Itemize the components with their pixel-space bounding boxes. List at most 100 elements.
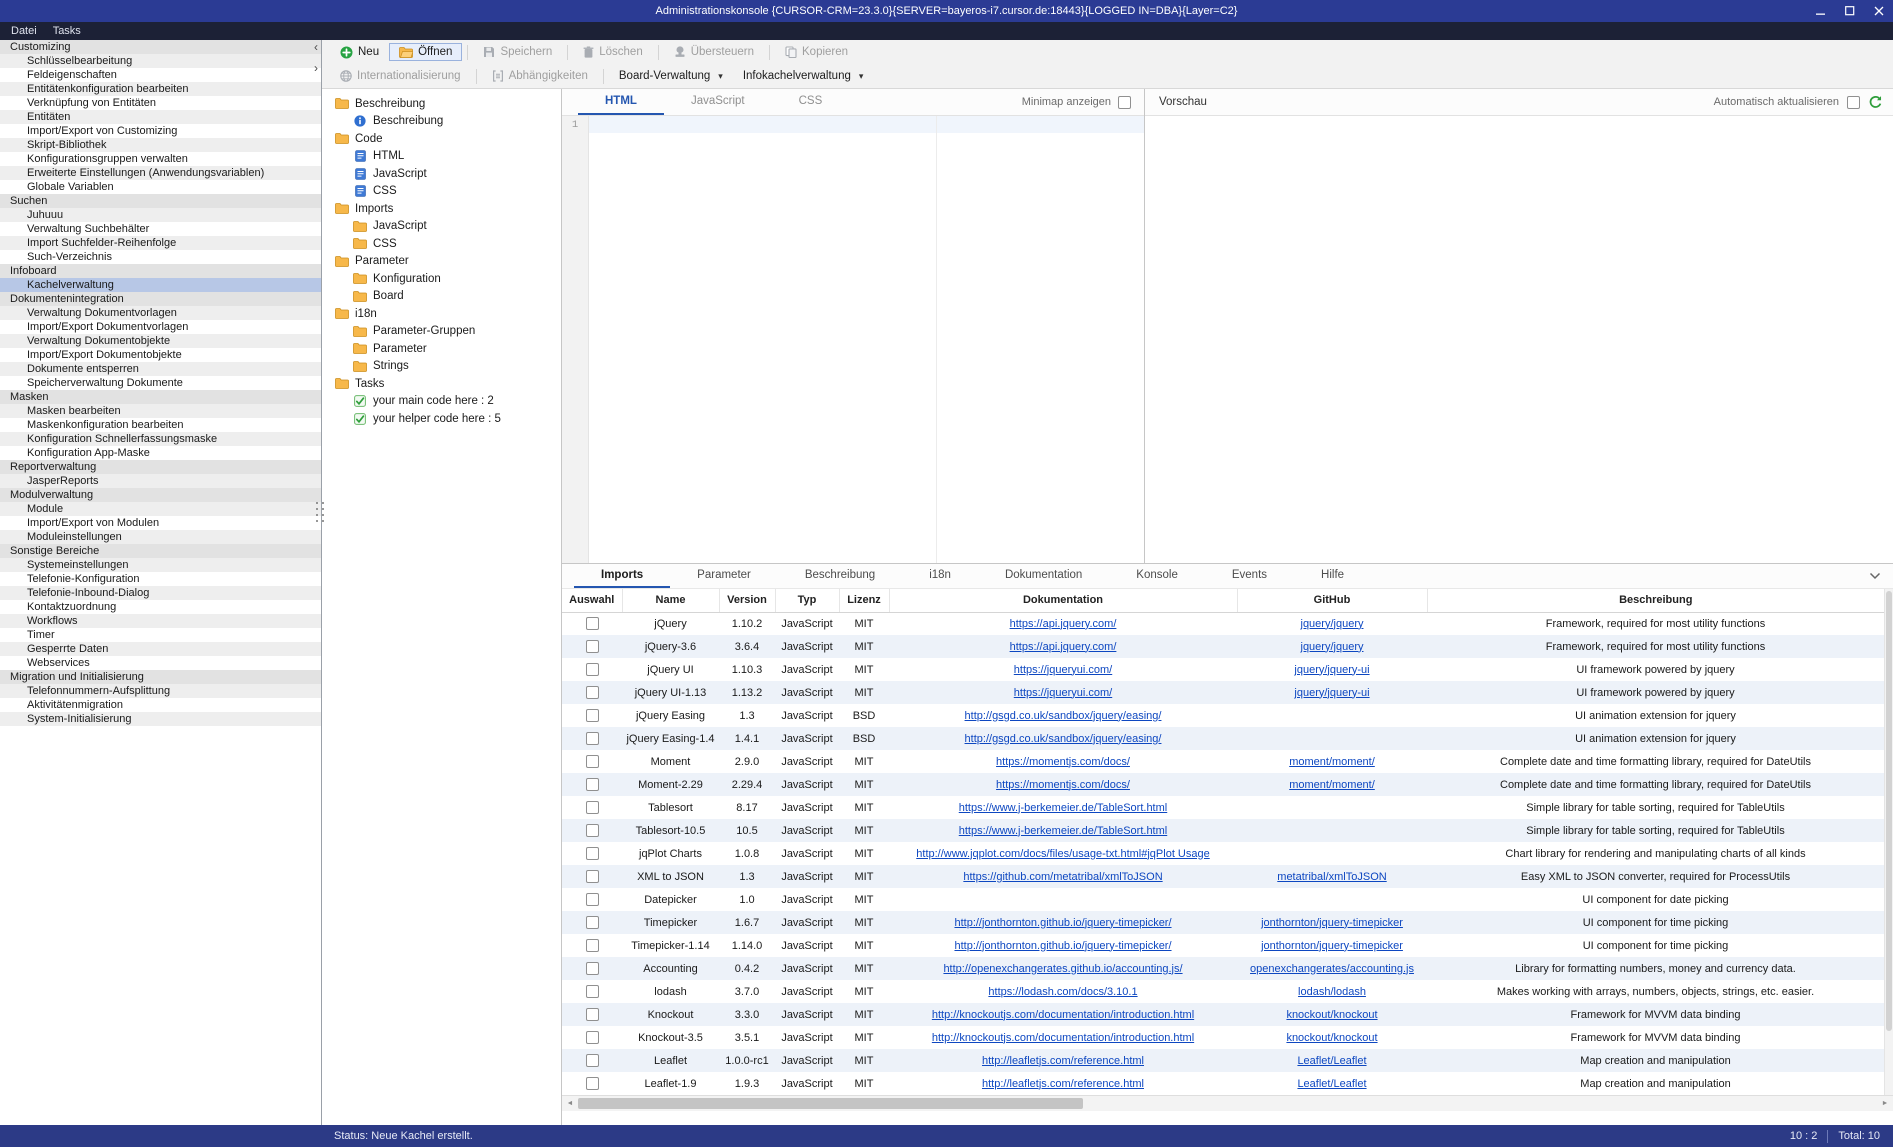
column-header-dokumentation[interactable]: Dokumentation	[889, 589, 1237, 612]
tab-hilfe[interactable]: Hilfe	[1294, 564, 1371, 588]
sidebar-item-import-suchfelder-reihenfolge[interactable]: Import Suchfelder-Reihenfolge	[0, 236, 321, 250]
doc-link[interactable]: http://leafletjs.com/reference.html	[982, 1078, 1144, 1090]
doc-link[interactable]: http://gsgd.co.uk/sandbox/jquery/easing/	[965, 733, 1162, 745]
sidebar-item-webservices[interactable]: Webservices	[0, 656, 321, 670]
neu-button[interactable]: Neu	[330, 43, 389, 62]
doc-link[interactable]: http://knockoutjs.com/documentation/intr…	[932, 1032, 1194, 1044]
github-link[interactable]: jquery/jquery	[1301, 618, 1364, 630]
github-link[interactable]: jonthornton/jquery-timepicker	[1261, 940, 1403, 952]
infokachelverwaltung-button[interactable]: Infokachelverwaltung▾	[733, 67, 874, 85]
doc-link[interactable]: https://jqueryui.com/	[1014, 664, 1112, 676]
sidebar-item-verwaltung-dokumentobjekte[interactable]: Verwaltung Dokumentobjekte	[0, 334, 321, 348]
column-header-auswahl[interactable]: Auswahl	[562, 589, 622, 612]
table-vertical-scrollbar[interactable]	[1884, 589, 1893, 1095]
sidebar-item-kachelverwaltung[interactable]: Kachelverwaltung	[0, 278, 321, 292]
sidebar-item-import-export-von-modulen[interactable]: Import/Export von Modulen	[0, 516, 321, 530]
collapse-left-icon[interactable]: ‹	[314, 42, 318, 52]
sidebar-item-feldeigenschaften[interactable]: Feldeigenschaften	[0, 68, 321, 82]
github-link[interactable]: jquery/jquery-ui	[1294, 664, 1369, 676]
tree-node-parameter[interactable]: Parameter	[322, 253, 561, 271]
refresh-icon[interactable]	[1868, 95, 1883, 110]
github-link[interactable]: Leaflet/Leaflet	[1297, 1055, 1366, 1067]
sidebar-item-skript-bibliothek[interactable]: Skript-Bibliothek	[0, 138, 321, 152]
row-checkbox[interactable]	[586, 1077, 599, 1090]
doc-link[interactable]: http://www.jqplot.com/docs/files/usage-t…	[916, 848, 1209, 860]
doc-link[interactable]: http://leafletjs.com/reference.html	[982, 1055, 1144, 1067]
tab-css[interactable]: CSS	[772, 89, 850, 115]
minimap-checkbox[interactable]	[1118, 96, 1131, 109]
sidebar-item-telefonie-inbound-dialog[interactable]: Telefonie-Inbound-Dialog	[0, 586, 321, 600]
code-area[interactable]	[589, 116, 1144, 563]
sidebar-item-workflows[interactable]: Workflows	[0, 614, 321, 628]
doc-link[interactable]: http://jonthornton.github.io/jquery-time…	[954, 940, 1171, 952]
sidebar-item-timer[interactable]: Timer	[0, 628, 321, 642]
sidebar-section-sonstige-bereiche[interactable]: Sonstige Bereiche	[0, 544, 321, 558]
row-checkbox[interactable]	[586, 640, 599, 653]
sidebar-section-suchen[interactable]: Suchen	[0, 194, 321, 208]
tree-node-strings[interactable]: Strings	[322, 358, 561, 376]
github-link[interactable]: lodash/lodash	[1298, 986, 1366, 998]
doc-link[interactable]: https://momentjs.com/docs/	[996, 779, 1130, 791]
doc-link[interactable]: https://lodash.com/docs/3.10.1	[988, 986, 1137, 998]
row-checkbox[interactable]	[586, 893, 599, 906]
row-checkbox[interactable]	[586, 870, 599, 883]
github-link[interactable]: moment/moment/	[1289, 756, 1375, 768]
row-checkbox[interactable]	[586, 801, 599, 814]
sidebar-item-import-export-dokumentobjekte[interactable]: Import/Export Dokumentobjekte	[0, 348, 321, 362]
expand-right-icon[interactable]: ›	[314, 63, 318, 73]
column-header-name[interactable]: Name	[622, 589, 719, 612]
doc-link[interactable]: http://openexchangerates.github.io/accou…	[943, 963, 1182, 975]
doc-link[interactable]: https://api.jquery.com/	[1010, 641, 1117, 653]
row-checkbox[interactable]	[586, 778, 599, 791]
doc-link[interactable]: http://knockoutjs.com/documentation/intr…	[932, 1009, 1194, 1021]
sidebar-section-customizing[interactable]: Customizing	[0, 40, 321, 54]
sidebar-item-verkn-pfung-von-entit-ten[interactable]: Verknüpfung von Entitäten	[0, 96, 321, 110]
doc-link[interactable]: https://www.j-berkemeier.de/TableSort.ht…	[959, 825, 1167, 837]
sidebar-section-migration-und-initialisierung[interactable]: Migration und Initialisierung	[0, 670, 321, 684]
minimize-button[interactable]	[1806, 0, 1835, 22]
board-verwaltung-button[interactable]: Board-Verwaltung▾	[609, 67, 733, 85]
tab-html[interactable]: HTML	[578, 89, 664, 115]
doc-link[interactable]: https://www.j-berkemeier.de/TableSort.ht…	[959, 802, 1167, 814]
row-checkbox[interactable]	[586, 1054, 599, 1067]
maximize-button[interactable]	[1835, 0, 1864, 22]
tab-imports[interactable]: Imports	[574, 564, 670, 588]
auto-update-checkbox[interactable]	[1847, 96, 1860, 109]
tab-dokumentation[interactable]: Dokumentation	[978, 564, 1109, 588]
tree-node-parameter[interactable]: Parameter	[322, 340, 561, 358]
column-header-github[interactable]: GitHub	[1237, 589, 1427, 612]
sidebar-item-aktivit-tenmigration[interactable]: Aktivitätenmigration	[0, 698, 321, 712]
row-checkbox[interactable]	[586, 1031, 599, 1044]
sidebar-item-speicherverwaltung-dokumente[interactable]: Speicherverwaltung Dokumente	[0, 376, 321, 390]
tab-parameter[interactable]: Parameter	[670, 564, 778, 588]
row-checkbox[interactable]	[586, 686, 599, 699]
tree-node-html[interactable]: HTML	[322, 148, 561, 166]
tree-node-your-main-code-here-2[interactable]: your main code here : 2	[322, 393, 561, 411]
sidebar-item-entit-ten[interactable]: Entitäten	[0, 110, 321, 124]
doc-link[interactable]: http://gsgd.co.uk/sandbox/jquery/easing/	[965, 710, 1162, 722]
tab-i18n[interactable]: i18n	[902, 564, 978, 588]
tree-node-css[interactable]: CSS	[322, 235, 561, 253]
row-checkbox[interactable]	[586, 847, 599, 860]
github-link[interactable]: knockout/knockout	[1286, 1032, 1377, 1044]
doc-link[interactable]: https://github.com/metatribal/xmlToJSON	[963, 871, 1162, 883]
sidebar-item-telefonie-konfiguration[interactable]: Telefonie-Konfiguration	[0, 572, 321, 586]
sidebar-item-maskenkonfiguration-bearbeiten[interactable]: Maskenkonfiguration bearbeiten	[0, 418, 321, 432]
sidebar-section-infoboard[interactable]: Infoboard	[0, 264, 321, 278]
horizontal-scroll-thumb[interactable]	[578, 1098, 1083, 1109]
sidebar-section-dokumentenintegration[interactable]: Dokumentenintegration	[0, 292, 321, 306]
sidebar-item-gesperrte-daten[interactable]: Gesperrte Daten	[0, 642, 321, 656]
row-checkbox[interactable]	[586, 962, 599, 975]
tree-node-beschreibung[interactable]: Beschreibung	[322, 95, 561, 113]
sidebar-section-reportverwaltung[interactable]: Reportverwaltung	[0, 460, 321, 474]
sidebar-item-moduleinstellungen[interactable]: Moduleinstellungen	[0, 530, 321, 544]
doc-link[interactable]: https://momentjs.com/docs/	[996, 756, 1130, 768]
tree-node-tasks[interactable]: Tasks	[322, 375, 561, 393]
tree-node-i18n[interactable]: i18n	[322, 305, 561, 323]
column-header-typ[interactable]: Typ	[775, 589, 839, 612]
row-checkbox[interactable]	[586, 732, 599, 745]
scroll-right-icon[interactable]: ►	[1877, 1100, 1893, 1107]
menu-datei[interactable]: Datei	[3, 25, 45, 37]
column-header-beschreibung[interactable]: Beschreibung	[1427, 589, 1884, 612]
sidebar-item-jasperreports[interactable]: JasperReports	[0, 474, 321, 488]
